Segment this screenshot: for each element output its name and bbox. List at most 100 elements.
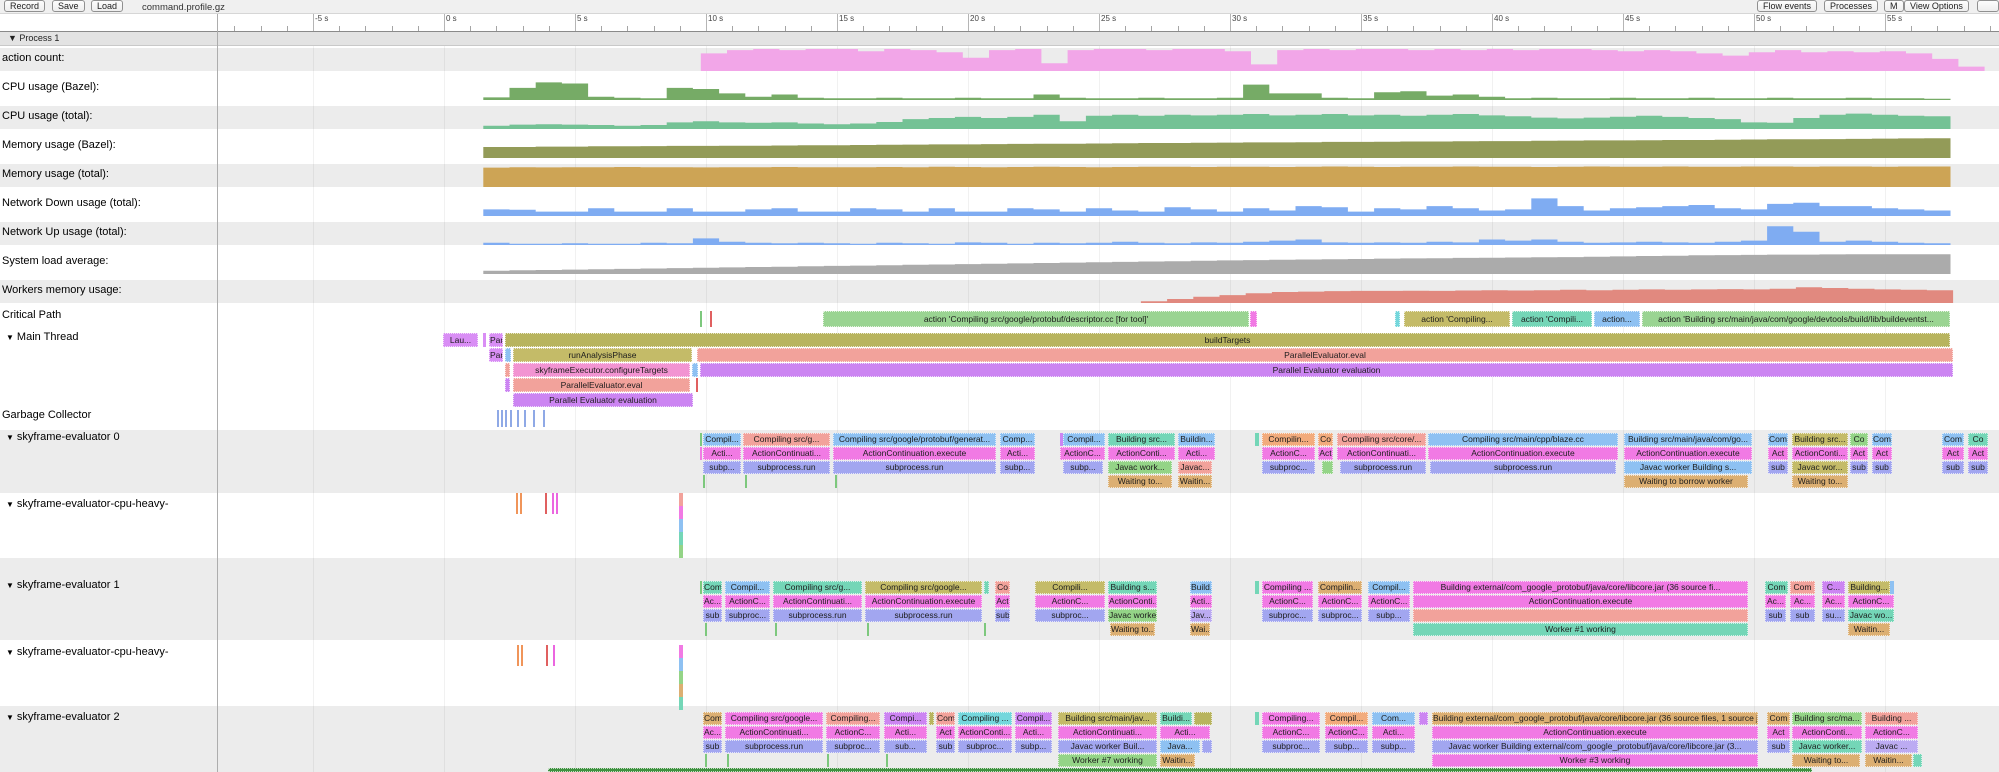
trace-event-block[interactable]: Compil... xyxy=(1368,581,1410,594)
trace-event-block[interactable]: subprocess.run xyxy=(865,609,982,622)
trace-event-block[interactable]: Waiting to... xyxy=(1110,623,1155,636)
trace-event-block[interactable]: sub xyxy=(1942,461,1964,474)
trace-event-block[interactable]: Building src/ma... xyxy=(1792,712,1862,725)
trace-event-block[interactable] xyxy=(700,433,702,446)
trace-event-block[interactable] xyxy=(775,623,777,636)
trace-event-block[interactable] xyxy=(886,754,888,767)
trace-event-block[interactable] xyxy=(1419,712,1428,725)
trace-event-block[interactable]: sub xyxy=(1968,461,1988,474)
trace-event-block[interactable]: ActionC... xyxy=(1368,595,1410,608)
trace-event-block[interactable] xyxy=(548,768,1812,772)
trace-event-block[interactable]: subprocess.run xyxy=(743,461,830,474)
trace-event-block[interactable]: Buildin... xyxy=(1178,433,1215,446)
trace-event-block[interactable] xyxy=(827,754,829,767)
collapse-arrow-icon[interactable]: ▼ xyxy=(6,581,14,590)
trace-event-block[interactable]: subp... xyxy=(1015,740,1052,753)
trace-event-block[interactable]: action 'Compiling... xyxy=(1404,311,1510,327)
collapse-arrow-icon[interactable]: ▼ xyxy=(6,433,14,442)
trace-event-block[interactable]: Com xyxy=(1765,581,1788,594)
trace-event-block[interactable] xyxy=(552,493,554,514)
trace-event-block[interactable]: Acti... xyxy=(703,447,741,460)
trace-event-block[interactable]: Worker #1 working xyxy=(1413,623,1748,636)
trace-event-block[interactable]: ActionContinuation.execute xyxy=(865,595,982,608)
trace-event-block[interactable]: Compilin... xyxy=(1318,581,1362,594)
trace-event-block[interactable]: Com xyxy=(1942,433,1964,446)
trace-event-block[interactable]: ActionC... xyxy=(1060,447,1105,460)
trace-event-block[interactable]: Javac... xyxy=(1178,461,1212,474)
trace-event-block[interactable]: Compiling src/main/cpp/blaze.cc xyxy=(1428,433,1618,446)
trace-event-block[interactable]: ParallelEvaluator.eval xyxy=(697,348,1953,362)
trace-event-block[interactable]: ActionC... xyxy=(1262,595,1313,608)
trace-event-block[interactable]: Building src... xyxy=(1792,433,1848,446)
trace-event-block[interactable] xyxy=(505,410,507,427)
trace-event-block[interactable] xyxy=(1413,609,1748,622)
trace-event-block[interactable]: Act xyxy=(1942,447,1964,460)
trace-event-block[interactable]: Compiling... xyxy=(826,712,880,725)
trace-event-block[interactable]: runAnalysisPhase xyxy=(513,348,692,362)
trace-event-block[interactable]: Javac worker... xyxy=(1108,609,1157,622)
trace-event-block[interactable]: Compil... xyxy=(1063,433,1105,446)
trace-event-block[interactable]: Com xyxy=(1767,712,1790,725)
trace-event-block[interactable]: sub... xyxy=(884,740,927,753)
sidebar-track-label[interactable]: ▼skyframe-evaluator 1 xyxy=(6,579,120,591)
trace-event-block[interactable]: Build... xyxy=(1190,581,1212,594)
trace-event-block[interactable] xyxy=(984,623,986,636)
trace-event-block[interactable]: Waiting to borrow worker xyxy=(1624,475,1748,488)
trace-event-block[interactable]: Act xyxy=(936,726,955,739)
trace-event-block[interactable]: subp... xyxy=(1368,609,1410,622)
memory-usage-total-chart[interactable] xyxy=(0,165,1999,187)
trace-event-block[interactable]: Compil... xyxy=(725,581,770,594)
trace-event-block[interactable]: Comp... xyxy=(1000,433,1035,446)
trace-event-block[interactable]: Building ... xyxy=(1865,712,1918,725)
trace-event-block[interactable]: Ac... xyxy=(703,595,722,608)
trace-event-block[interactable]: sub xyxy=(1850,461,1868,474)
trace-event-block[interactable] xyxy=(710,311,712,327)
trace-event-block[interactable]: action 'Building src/main/java/com/googl… xyxy=(1642,311,1950,327)
trace-event-block[interactable]: ActionConti... xyxy=(958,726,1012,739)
trace-event-block[interactable]: ActionC... xyxy=(1262,726,1320,739)
trace-event-block[interactable]: Compili... xyxy=(1035,581,1105,594)
trace-event-block[interactable]: Act xyxy=(1968,447,1988,460)
trace-event-block[interactable]: Com xyxy=(1768,433,1788,446)
trace-event-block[interactable]: Act xyxy=(1850,447,1868,460)
trace-event-block[interactable]: Jav... xyxy=(1190,609,1212,622)
memory-usage-bazel-chart[interactable] xyxy=(0,136,1999,158)
trace-event-block[interactable] xyxy=(700,581,702,594)
trace-event-block[interactable] xyxy=(1250,311,1257,327)
collapse-arrow-icon[interactable]: ▼ xyxy=(6,333,14,342)
trace-event-block[interactable] xyxy=(703,475,705,488)
trace-event-block[interactable]: Co xyxy=(1968,433,1988,446)
trace-event-block[interactable] xyxy=(517,410,519,427)
trace-event-block[interactable]: Waitin... xyxy=(1865,754,1912,767)
trace-event-block[interactable]: Ac... xyxy=(1790,595,1815,608)
trace-event-block[interactable]: subproc... xyxy=(725,609,770,622)
trace-event-block[interactable]: Building src/main/java/com/go... xyxy=(1624,433,1752,446)
trace-event-block[interactable]: C... xyxy=(1822,581,1845,594)
trace-event-block[interactable] xyxy=(510,410,512,427)
trace-event-block[interactable] xyxy=(679,506,683,519)
trace-event-block[interactable]: Acti... xyxy=(1160,726,1210,739)
trace-event-block[interactable]: Waiting to... xyxy=(1108,475,1172,488)
trace-event-block[interactable]: Javac worker... xyxy=(1792,740,1862,753)
trace-event-block[interactable]: ActionConti... xyxy=(1792,726,1862,739)
trace-event-block[interactable]: Javac wor... xyxy=(1792,461,1848,474)
trace-event-block[interactable]: ActionContinuati... xyxy=(1058,726,1157,739)
trace-event-block[interactable] xyxy=(679,519,683,532)
trace-event-block[interactable]: Acti... xyxy=(1190,595,1212,608)
trace-event-block[interactable]: ActionConti... xyxy=(1792,447,1848,460)
trace-event-block[interactable]: Javac work... xyxy=(1108,461,1172,474)
trace-event-block[interactable] xyxy=(700,311,702,327)
trace-event-block[interactable] xyxy=(679,697,683,710)
trace-event-block[interactable]: Javac ... xyxy=(1865,740,1918,753)
trace-event-block[interactable]: subprocess.run xyxy=(833,461,996,474)
trace-event-block[interactable]: ActionContinuati... xyxy=(725,726,823,739)
trace-event-block[interactable] xyxy=(705,754,707,767)
processes-button[interactable]: Processes xyxy=(1824,0,1878,12)
trace-event-block[interactable] xyxy=(556,493,558,514)
record-button[interactable]: Record xyxy=(4,0,45,12)
cpu-usage-bazel-chart[interactable] xyxy=(0,78,1999,100)
action-count-chart[interactable] xyxy=(0,49,1999,71)
sidebar-track-label[interactable]: ▼skyframe-evaluator-cpu-heavy- xyxy=(6,498,169,510)
trace-event-block[interactable] xyxy=(1194,712,1212,725)
trace-event-block[interactable]: subp... xyxy=(1063,461,1103,474)
